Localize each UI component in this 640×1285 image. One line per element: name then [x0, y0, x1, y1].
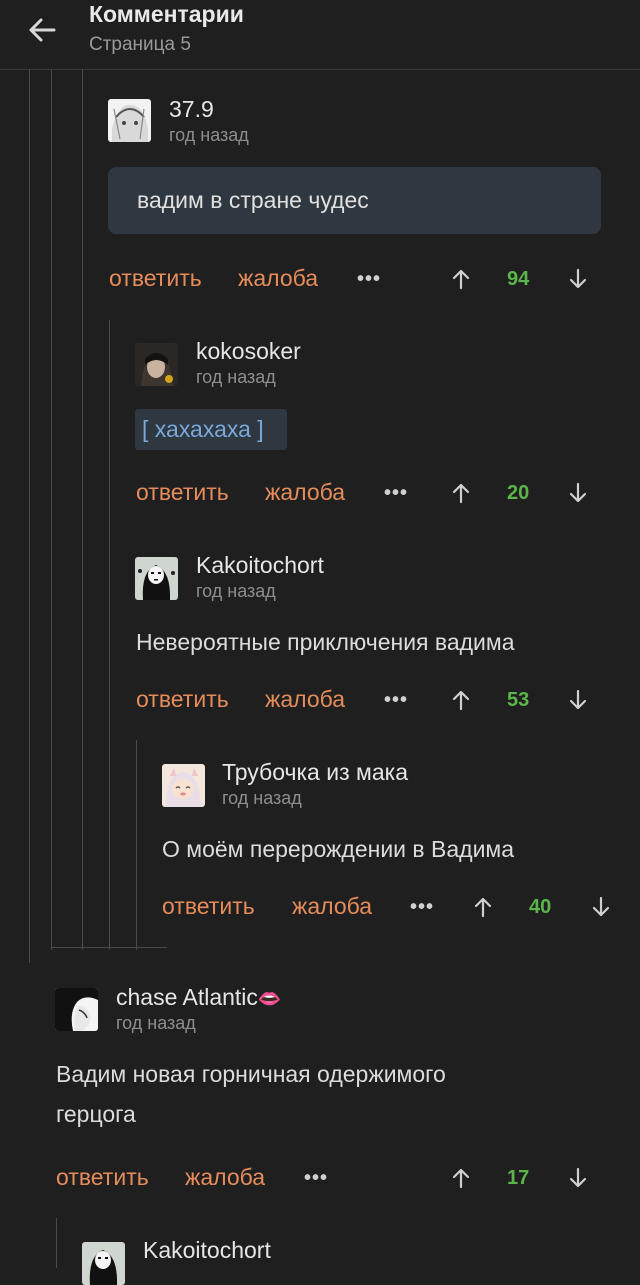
more-icon[interactable]: ••• [410, 896, 434, 919]
downvote-icon[interactable] [589, 895, 613, 919]
thread-line [136, 740, 137, 950]
report-button[interactable]: жалоба [238, 265, 318, 292]
report-button[interactable]: жалоба [265, 686, 345, 713]
thread-line [51, 70, 52, 950]
comment-author[interactable]: 37.9 [169, 96, 214, 123]
report-button[interactable]: жалоба [185, 1164, 265, 1191]
thread-line [56, 1218, 57, 1268]
comment-quote: вадим в стране чудес [108, 167, 601, 234]
comment-time: год назад [196, 581, 276, 601]
comment-author-name: chase Atlantic [116, 984, 258, 1010]
comment-score: 40 [529, 896, 552, 918]
lips-emoji: 👄 [257, 989, 282, 1010]
comment-score: 17 [507, 1167, 530, 1189]
reply-button[interactable]: ответить [136, 686, 229, 713]
more-icon[interactable]: ••• [384, 482, 408, 505]
downvote-icon[interactable] [566, 267, 590, 291]
report-button[interactable]: жалоба [292, 893, 372, 920]
back-arrow-icon[interactable] [22, 10, 62, 50]
comment-time: год назад [169, 125, 249, 145]
more-icon[interactable]: ••• [304, 1167, 328, 1190]
avatar[interactable] [108, 99, 151, 142]
downvote-icon[interactable] [566, 688, 590, 712]
comment-score: 94 [507, 268, 530, 290]
comment-author[interactable]: Трубочка из мака [222, 759, 408, 786]
comment-time: год назад [116, 1013, 196, 1033]
comment-text: вадим в стране чудес [137, 187, 369, 213]
comment-author[interactable]: Kakoitochort [196, 552, 324, 579]
app-header: Комментарии Страница 5 [0, 0, 640, 70]
upvote-icon[interactable] [449, 688, 473, 712]
comment-author[interactable]: kokosoker [196, 338, 301, 365]
downvote-icon[interactable] [566, 481, 590, 505]
comment-text: [ хахахаха ] [142, 416, 264, 442]
comment-score: 20 [507, 482, 530, 504]
thread-line [82, 70, 83, 950]
thread-line [29, 70, 30, 963]
more-icon[interactable]: ••• [384, 689, 408, 712]
avatar[interactable] [162, 764, 205, 807]
upvote-icon[interactable] [471, 895, 495, 919]
comment-time: год назад [222, 788, 302, 808]
page-title: Комментарии [89, 1, 244, 27]
comment-text: О моём перерождении в Вадима [162, 836, 515, 862]
comment-author[interactable]: Kakoitochort [143, 1237, 271, 1264]
reply-button[interactable]: ответить [109, 265, 202, 292]
comment-text-line: Вадим новая горничная одержимого [56, 1061, 446, 1087]
avatar[interactable] [135, 343, 178, 386]
upvote-icon[interactable] [449, 481, 473, 505]
report-button[interactable]: жалоба [265, 479, 345, 506]
page-subtitle: Страница 5 [89, 34, 191, 55]
avatar[interactable] [135, 557, 178, 600]
comment-author[interactable]: chase Atlantic👄 [116, 984, 282, 1011]
reply-button[interactable]: ответить [162, 893, 255, 920]
avatar[interactable] [55, 988, 98, 1031]
comment-text-line: герцога [56, 1101, 136, 1127]
downvote-icon[interactable] [566, 1166, 590, 1190]
reply-button[interactable]: ответить [56, 1164, 149, 1191]
reply-button[interactable]: ответить [136, 479, 229, 506]
thread-line [109, 320, 110, 950]
comment-score: 53 [507, 689, 530, 711]
avatar[interactable] [82, 1242, 125, 1285]
spoiler-block[interactable]: [ хахахаха ] [135, 409, 287, 450]
thread-line-end [51, 947, 167, 948]
upvote-icon[interactable] [449, 267, 473, 291]
comment-time: год назад [196, 367, 276, 387]
comment-text: Невероятные приключения вадима [136, 629, 515, 655]
upvote-icon[interactable] [449, 1166, 473, 1190]
more-icon[interactable]: ••• [357, 268, 381, 291]
